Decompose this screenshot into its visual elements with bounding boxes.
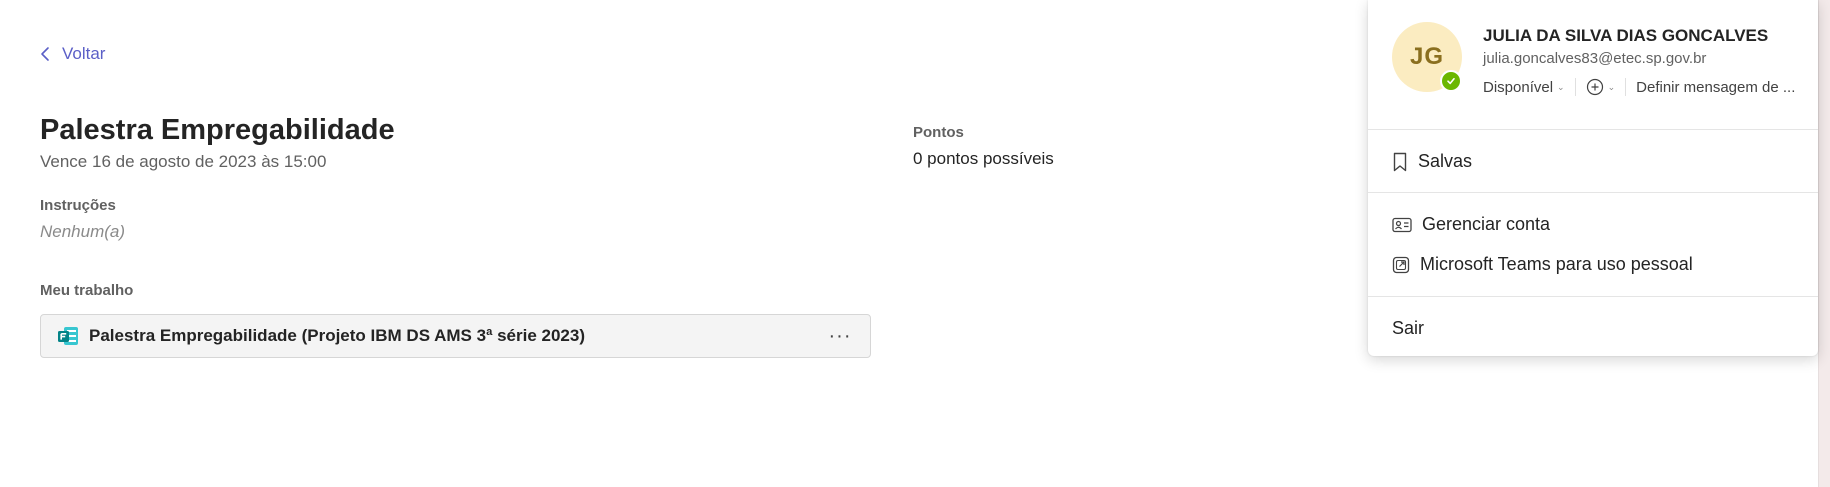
chevron-left-icon [41,47,49,61]
user-name: JULIA DA SILVA DIAS GONCALVES [1483,26,1769,45]
points-label: Pontos [913,124,964,141]
chevron-down-icon: ⌄ [1607,81,1616,92]
add-location-button[interactable]: ⌄ [1586,78,1616,96]
status-label: Disponível [1483,78,1554,96]
manage-account-menu-item[interactable]: Gerenciar conta [1392,214,1550,235]
divider [1368,192,1818,193]
teams-personal-label: Microsoft Teams para uso pessoal [1420,254,1693,274]
divider [1368,129,1818,130]
status-row: Disponível ⌄ ⌄ Definir mensagem de ... [1483,78,1795,96]
bookmark-icon [1393,152,1407,171]
instructions-label: Instruções [40,197,116,214]
back-link[interactable]: Voltar [40,44,105,64]
sign-out-label: Sair [1392,318,1425,338]
user-email: julia.goncalves83@etec.sp.gov.br [1483,50,1707,67]
saved-label: Salvas [1418,151,1473,171]
open-external-icon [1392,256,1410,273]
due-date: Vence 16 de agosto de 2023 às 15:00 [40,152,327,171]
divider [1368,296,1818,297]
profile-card: JG JULIA DA SILVA DIAS GONCALVES julia.g… [1368,0,1818,356]
set-status-message-button[interactable]: Definir mensagem de ... [1636,79,1795,96]
right-edge-panel [1818,0,1830,487]
assignment-title: Palestra Empregabilidade [40,114,395,146]
my-work-label: Meu trabalho [40,282,134,299]
points-value: 0 pontos possíveis [913,149,1054,168]
status-dropdown[interactable]: Disponível ⌄ [1483,79,1565,96]
instructions-value: Nenhum(a) [40,222,126,241]
manage-account-label: Gerenciar conta [1422,214,1551,234]
back-label: Voltar [62,44,106,63]
work-item-name: Palestra Empregabilidade (Projeto IBM DS… [89,326,585,345]
work-item[interactable]: Palestra Empregabilidade (Projeto IBM DS… [40,314,871,358]
presence-available-icon [1440,70,1462,92]
chevron-down-icon: ⌄ [1557,81,1565,92]
add-circle-icon [1586,78,1603,96]
teams-personal-menu-item[interactable]: Microsoft Teams para uso pessoal [1392,254,1693,275]
more-options-button[interactable]: ··· [820,321,860,351]
forms-icon [58,327,78,345]
status-message-label: Definir mensagem de ... [1636,78,1796,96]
contact-card-icon [1392,217,1412,232]
sign-out-menu-item[interactable]: Sair [1392,318,1424,339]
saved-menu-item[interactable]: Salvas [1392,151,1472,172]
divider [1574,78,1576,96]
divider [1625,78,1627,96]
